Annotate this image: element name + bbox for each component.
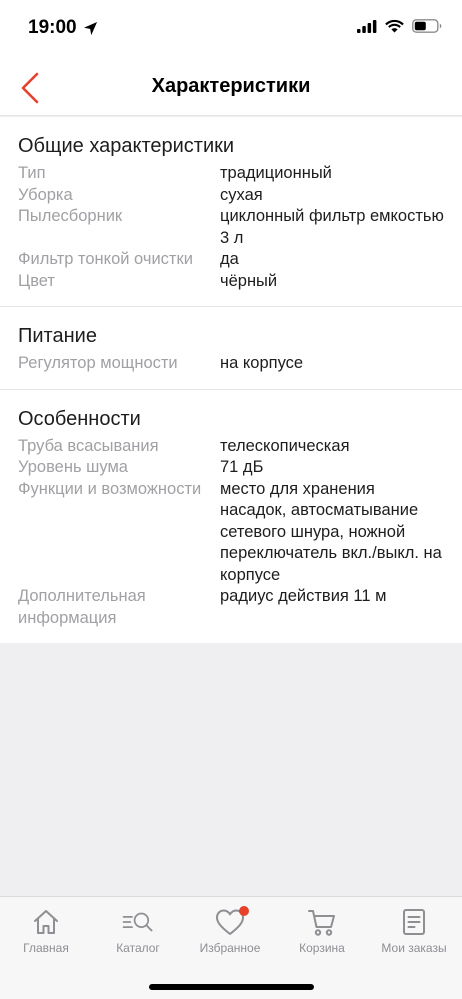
orders-icon: [397, 905, 431, 939]
spec-label: Дополнительная информация: [18, 587, 146, 627]
spec-row: Функции и возможности место для хранения…: [18, 479, 444, 587]
location-arrow-icon: [83, 21, 97, 35]
spec-value: на корпусе: [220, 354, 304, 372]
characteristics-list: Общие характеристики Тип традиционный Уб…: [0, 117, 462, 643]
spec-value: сухая: [220, 185, 263, 204]
spec-value: традиционный: [220, 164, 332, 182]
tab-favorites[interactable]: Избранное: [184, 905, 276, 955]
spec-value: чёрный: [220, 271, 278, 290]
heart-icon: [213, 905, 249, 939]
status-icons: [357, 19, 442, 33]
battery-icon: [412, 19, 442, 33]
status-bar: 19:00: [0, 0, 462, 60]
tab-label: Корзина: [299, 941, 345, 955]
spec-label: Уборка: [18, 185, 73, 204]
tab-home[interactable]: Главная: [0, 905, 92, 955]
spec-value: да: [220, 250, 239, 268]
spec-label: Тип: [18, 164, 46, 182]
spec-value: радиус действия 11 м: [220, 587, 387, 605]
spec-label: Регулятор мощности: [18, 354, 178, 372]
notification-badge: [239, 906, 249, 916]
status-time-text: 19:00: [28, 17, 77, 38]
spec-row: Труба всасывания телескопическая: [18, 436, 444, 458]
spec-value: телескопическая: [220, 436, 350, 455]
tab-label: Каталог: [116, 941, 160, 955]
spec-label: Пылесборник: [18, 207, 123, 225]
spec-row: Уборка сухая: [18, 185, 444, 207]
spec-label: Цвет: [18, 271, 55, 290]
wifi-icon: [385, 19, 404, 33]
cart-icon: [305, 905, 339, 939]
cellular-signal-icon: [357, 19, 377, 33]
tab-cart[interactable]: Корзина: [276, 905, 368, 955]
spec-row: Фильтр тонкой очистки да: [18, 249, 444, 271]
home-indicator[interactable]: [149, 984, 314, 990]
tab-label: Главная: [23, 941, 69, 955]
home-icon: [29, 905, 63, 939]
tab-orders[interactable]: Мои заказы: [368, 905, 460, 955]
catalog-search-icon: [121, 905, 155, 939]
tab-catalog[interactable]: Каталог: [92, 905, 184, 955]
spec-row: Регулятор мощности на корпусе: [18, 353, 444, 375]
section-title: Особенности: [18, 407, 141, 430]
tab-label: Избранное: [199, 941, 261, 955]
spec-label: Функции и возможности: [18, 479, 202, 498]
nav-bar: Характеристики: [0, 60, 462, 116]
spec-row: Дополнительная информация радиус действи…: [18, 586, 444, 629]
section-title: Общие характеристики: [18, 135, 235, 157]
status-time: 19:00: [28, 17, 98, 39]
page-title: Характеристики: [151, 75, 311, 97]
section-features: Особенности Труба всасывания телескопиче…: [0, 390, 462, 644]
section-general: Общие характеристики Тип традиционный Уб…: [0, 117, 462, 307]
spec-row: Уровень шума 71 дБ: [18, 457, 444, 479]
spec-label: Труба всасывания: [18, 436, 159, 455]
spec-label: Фильтр тонкой очистки: [18, 250, 193, 268]
spec-row: Цвет чёрный: [18, 271, 444, 293]
spec-label: Уровень шума: [18, 458, 128, 476]
spec-value: место для хранения насадок, автосматыван…: [220, 479, 442, 584]
section-power: Питание Регулятор мощности на корпусе: [0, 307, 462, 390]
section-title: Питание: [18, 325, 97, 347]
spec-value: циклонный фильтр емкостью 3 л: [220, 207, 444, 247]
spec-value: 71 дБ: [220, 458, 264, 476]
tab-label: Мои заказы: [381, 941, 447, 955]
spec-row: Пылесборник циклонный фильтр емкостью 3 …: [18, 206, 444, 249]
spec-row: Тип традиционный: [18, 163, 444, 185]
